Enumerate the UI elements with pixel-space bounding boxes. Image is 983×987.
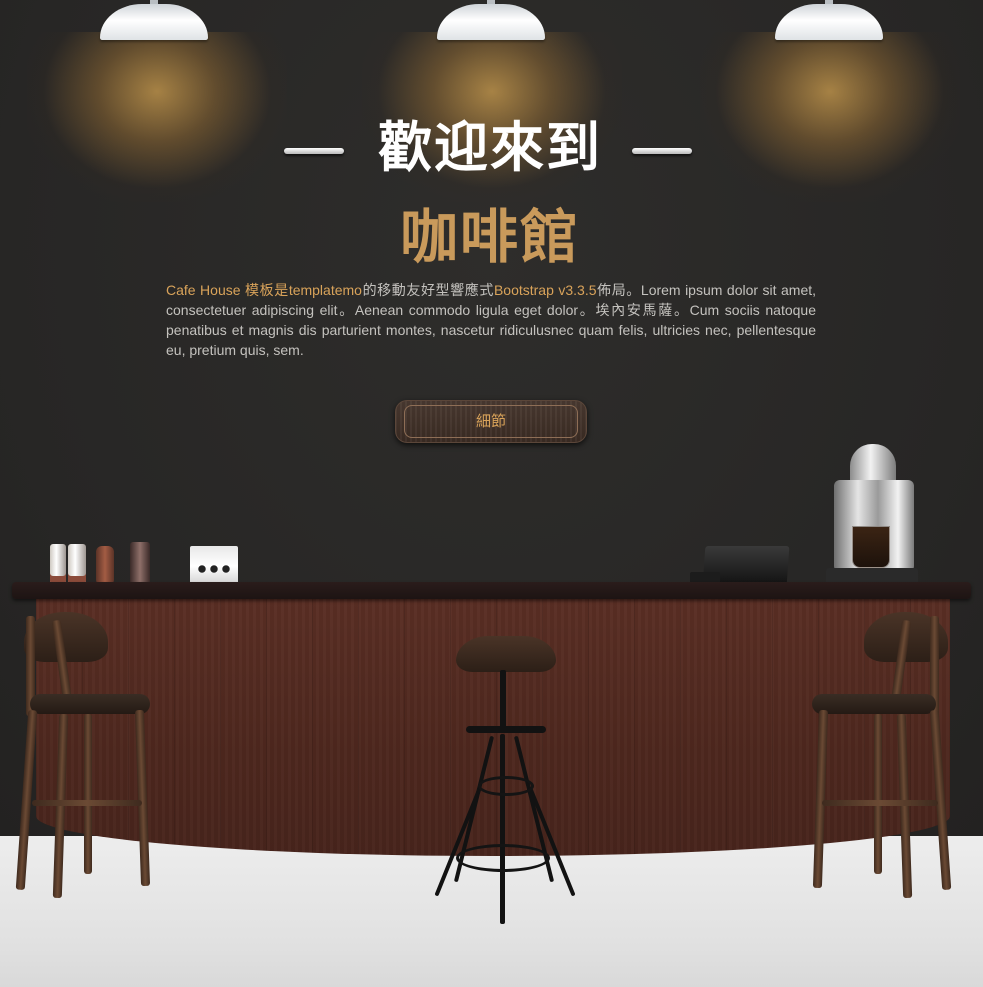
hero-description: Cafe House 模板是templatemo的移動友好型響應式Bootstr… <box>166 280 816 360</box>
lamp-glow <box>700 32 960 202</box>
bar-stool-icon <box>434 634 576 930</box>
bar-stool-icon <box>808 610 952 900</box>
pendant-lamp-icon <box>100 0 210 45</box>
pendant-lamp-icon <box>437 0 547 45</box>
decorative-dash <box>632 148 692 154</box>
coffee-bag <box>190 546 238 586</box>
bar-stool-icon <box>12 610 152 900</box>
description-mid: 的移動友好型響應式 <box>361 282 494 298</box>
counter-top <box>12 582 971 599</box>
coffee-machine-icon <box>826 440 918 586</box>
drink-bottle <box>96 546 114 584</box>
hero-section: 歡迎來到 咖啡館 Cafe House 模板是templatemo的移動友好型響… <box>0 0 983 987</box>
pendant-lamp-icon <box>775 0 885 45</box>
lamp-glow <box>27 32 287 202</box>
description-brand: Cafe House 模板是 <box>166 282 289 298</box>
drink-can <box>68 544 86 584</box>
welcome-heading-row: 歡迎來到 <box>280 112 700 184</box>
description-bootstrap: Bootstrap v3.3.5 <box>493 282 597 298</box>
cafe-name-heading: 咖啡館 <box>399 203 580 271</box>
coffee-jar <box>130 542 150 584</box>
drink-can <box>50 544 66 584</box>
description-templatemo[interactable]: templatemo <box>289 282 362 298</box>
details-button[interactable]: 細節 <box>395 400 587 443</box>
details-button-label: 細節 <box>475 412 506 430</box>
